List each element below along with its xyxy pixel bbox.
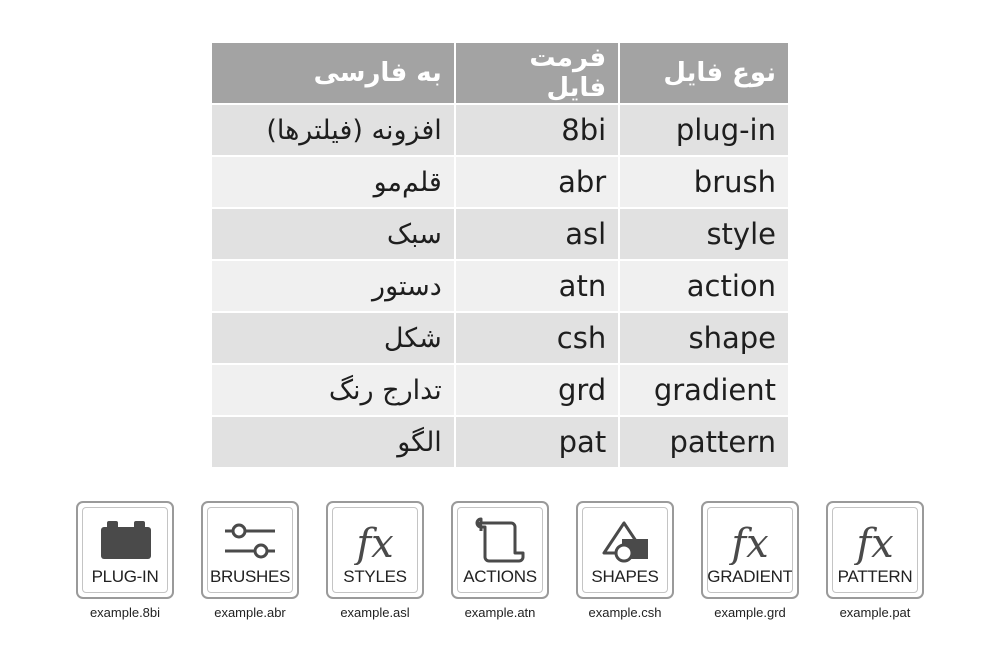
fx-icon: fx bbox=[728, 521, 768, 565]
cell-type: action bbox=[618, 259, 790, 313]
file-icon-label: PLUG-IN bbox=[91, 567, 159, 586]
cell-format: csh bbox=[453, 311, 621, 365]
cell-persian: قلم‌مو bbox=[210, 155, 456, 209]
cell-persian: تدارج رنگ bbox=[210, 363, 456, 417]
cell-format: pat bbox=[453, 415, 621, 469]
example-filename: example.8bi bbox=[89, 605, 161, 620]
cell-format: atn bbox=[453, 259, 621, 313]
svg-text:fx: fx bbox=[728, 521, 768, 565]
example-filename: example.grd bbox=[714, 605, 786, 620]
cell-persian: دستور bbox=[210, 259, 456, 313]
cell-type: style bbox=[618, 207, 790, 261]
svg-text:fx: fx bbox=[353, 521, 393, 565]
example-filename: example.csh bbox=[588, 605, 662, 620]
plugin-block-icon bbox=[101, 521, 151, 559]
example-filename: example.abr bbox=[214, 605, 286, 620]
file-card-plugin: PLUG-IN example.8bi bbox=[76, 501, 174, 620]
fx-icon: fx bbox=[353, 521, 393, 565]
file-type-icon-strip: PLUG-IN example.8bi BRUSHES example.abr … bbox=[0, 501, 1000, 631]
file-card-shapes: SHAPES example.csh bbox=[576, 501, 674, 620]
file-icon-tile: fx STYLES bbox=[326, 501, 424, 599]
example-filename: example.atn bbox=[464, 605, 536, 620]
file-icon-tile: fx GRADIENT bbox=[701, 501, 799, 599]
scroll-icon bbox=[475, 517, 525, 563]
cell-persian: الگو bbox=[210, 415, 456, 469]
file-format-table: به فارسی فرمت فایل نوع فایل افزونه (فیلت… bbox=[210, 41, 790, 469]
table-row: افزونه (فیلترها) 8bi plug-in bbox=[210, 103, 790, 157]
file-card-pattern: fx PATTERN example.pat bbox=[826, 501, 924, 620]
header-format: فرمت فایل bbox=[453, 41, 621, 105]
cell-type: gradient bbox=[618, 363, 790, 417]
file-card-gradient: fx GRADIENT example.grd bbox=[701, 501, 799, 620]
file-icon-label: ACTIONS bbox=[463, 567, 537, 586]
file-card-actions: ACTIONS example.atn bbox=[451, 501, 549, 620]
cell-format: grd bbox=[453, 363, 621, 417]
cell-persian: افزونه (فیلترها) bbox=[210, 103, 456, 157]
example-filename: example.pat bbox=[839, 605, 911, 620]
file-icon-tile: BRUSHES bbox=[201, 501, 299, 599]
file-icon-label: STYLES bbox=[343, 567, 407, 586]
cell-type: plug-in bbox=[618, 103, 790, 157]
table-row: تدارج رنگ grd gradient bbox=[210, 363, 790, 417]
sliders-icon bbox=[225, 523, 275, 559]
file-icon-label: GRADIENT bbox=[707, 567, 793, 586]
cell-persian: سبک bbox=[210, 207, 456, 261]
file-icon-tile: PLUG-IN bbox=[76, 501, 174, 599]
table-row: الگو pat pattern bbox=[210, 415, 790, 469]
svg-text:fx: fx bbox=[853, 521, 893, 565]
header-persian: به فارسی bbox=[210, 41, 456, 105]
file-card-brushes: BRUSHES example.abr bbox=[201, 501, 299, 620]
file-icon-label: PATTERN bbox=[837, 567, 913, 586]
file-icon-tile: fx PATTERN bbox=[826, 501, 924, 599]
cell-format: asl bbox=[453, 207, 621, 261]
file-icon-tile: SHAPES bbox=[576, 501, 674, 599]
cell-type: pattern bbox=[618, 415, 790, 469]
table-row: سبک asl style bbox=[210, 207, 790, 261]
header-type: نوع فایل bbox=[618, 41, 790, 105]
cell-type: shape bbox=[618, 311, 790, 365]
table-row: دستور atn action bbox=[210, 259, 790, 313]
table-header-row: به فارسی فرمت فایل نوع فایل bbox=[210, 41, 790, 105]
cell-format: 8bi bbox=[453, 103, 621, 157]
table-row: قلم‌مو abr brush bbox=[210, 155, 790, 209]
cell-type: brush bbox=[618, 155, 790, 209]
file-icon-label: SHAPES bbox=[591, 567, 659, 586]
table-row: شکل csh shape bbox=[210, 311, 790, 365]
fx-icon: fx bbox=[853, 521, 893, 565]
file-card-styles: fx STYLES example.asl bbox=[326, 501, 424, 620]
cell-persian: شکل bbox=[210, 311, 456, 365]
cell-format: abr bbox=[453, 155, 621, 209]
shapes-icon bbox=[602, 521, 648, 563]
example-filename: example.asl bbox=[340, 605, 410, 620]
file-icon-label: BRUSHES bbox=[209, 567, 291, 586]
file-icon-tile: ACTIONS bbox=[451, 501, 549, 599]
